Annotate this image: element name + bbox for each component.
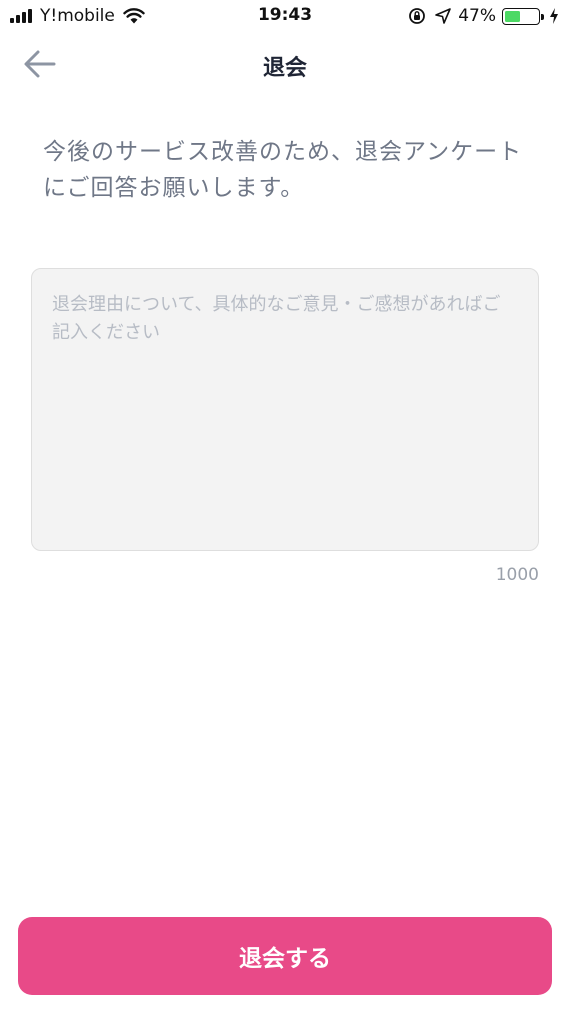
- feedback-textarea-container: [31, 268, 539, 551]
- battery-icon: [502, 7, 544, 25]
- battery-percent: 47%: [458, 6, 496, 26]
- orientation-lock-icon: [409, 8, 426, 24]
- withdraw-button[interactable]: 退会する: [18, 917, 552, 995]
- nav-bar: 退会: [0, 34, 570, 94]
- status-bar: Y!mobile 19:43 47%: [0, 0, 570, 34]
- feedback-textarea[interactable]: [32, 269, 538, 550]
- character-limit-counter: 1000: [495, 565, 539, 585]
- location-icon: [435, 8, 452, 24]
- status-right: 47%: [408, 5, 560, 27]
- survey-intro-text: 今後のサービス改善のため、退会アンケートにご回答お願いします。: [43, 139, 523, 201]
- battery-fill: [505, 10, 521, 22]
- page-title: 退会: [262, 56, 307, 81]
- charging-icon: [550, 8, 558, 24]
